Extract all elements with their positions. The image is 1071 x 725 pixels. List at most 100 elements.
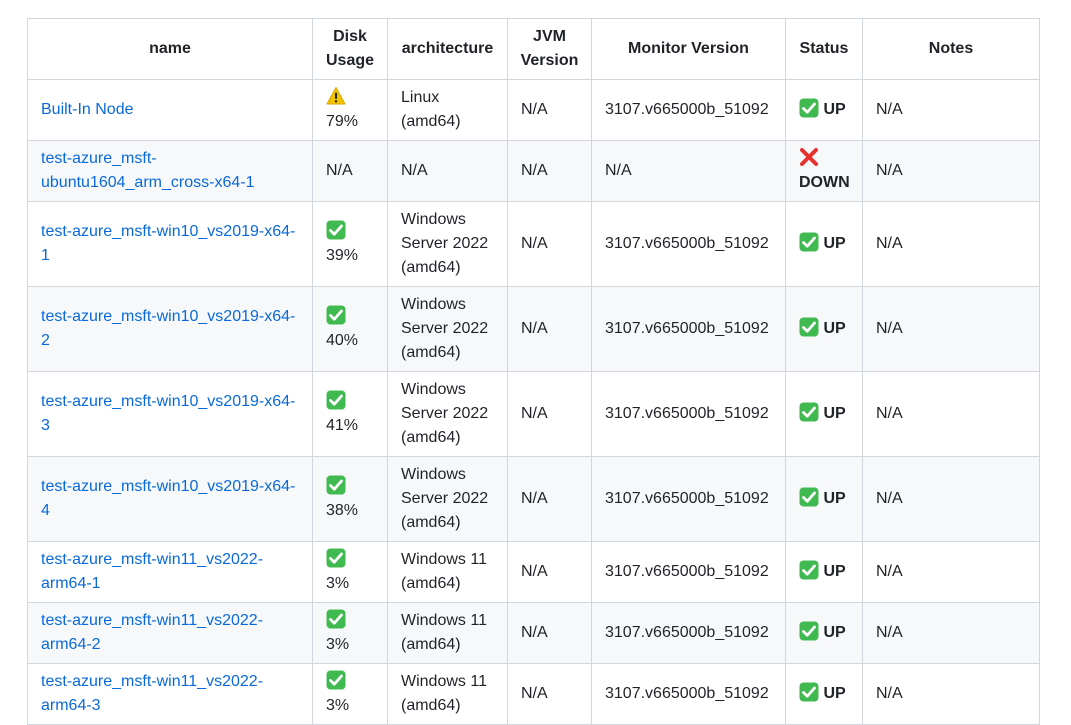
check-mark-icon [326,548,346,568]
jvm-version-cell: N/A [507,541,592,603]
column-header-architecture: architecture [387,18,508,80]
name-cell: Built-In Node [27,79,313,141]
table-row: test-azure_msft-ubuntu1604_arm_cross-x64… [27,140,1040,202]
check-mark-icon [799,402,819,422]
check-mark-icon [326,305,346,325]
table-header-row: name Disk Usage architecture JVM Version… [27,18,1040,80]
jvm-version-cell: N/A [507,663,592,725]
node-link[interactable]: test-azure_msft-win10_vs2019-x64-1 [41,223,295,264]
name-cell: test-azure_msft-win10_vs2019-x64-3 [27,371,313,457]
table-row: test-azure_msft-win10_vs2019-x64-4 38% W… [27,456,1040,542]
check-mark-icon [326,609,346,629]
monitor-version-cell: N/A [591,140,786,202]
check-mark-icon [326,670,346,690]
disk-usage-value: 3% [326,636,350,653]
table-row: test-azure_msft-win11_vs2022-arm64-3 3% … [27,663,1040,725]
architecture-cell: Windows Server 2022 (amd64) [387,456,508,542]
check-mark-icon [326,220,346,240]
column-header-notes: Notes [862,18,1040,80]
disk-usage-cell: 38% [312,456,388,542]
column-header-name: name [27,18,313,80]
name-cell: test-azure_msft-win10_vs2019-x64-1 [27,201,313,287]
architecture-cell: Windows Server 2022 (amd64) [387,201,508,287]
table-row: test-azure_msft-win11_vs2022-arm64-2 3% … [27,602,1040,664]
jvm-version-cell: N/A [507,201,592,287]
check-mark-icon [799,317,819,337]
node-link[interactable]: test-azure_msft-win11_vs2022-arm64-1 [41,551,263,592]
node-link[interactable]: test-azure_msft-win10_vs2019-x64-2 [41,308,295,349]
notes-cell: N/A [862,663,1040,725]
status-cell: UP [785,371,863,457]
table-row: test-azure_msft-win10_vs2019-x64-2 40% W… [27,286,1040,372]
architecture-cell: Windows 11 (amd64) [387,663,508,725]
notes-cell: N/A [862,140,1040,202]
status-value: UP [823,320,846,337]
status-value: DOWN [799,174,850,191]
status-cell: UP [785,286,863,372]
jvm-version-cell: N/A [507,456,592,542]
monitor-version-cell: 3107.v665000b_51092 [591,201,786,287]
node-link[interactable]: test-azure_msft-win10_vs2019-x64-4 [41,478,295,519]
name-cell: test-azure_msft-win11_vs2022-arm64-1 [27,541,313,603]
name-cell: test-azure_msft-win11_vs2022-arm64-2 [27,602,313,664]
jvm-version-cell: N/A [507,371,592,457]
cross-mark-icon [799,147,819,167]
status-cell: UP [785,663,863,725]
name-cell: test-azure_msft-win11_vs2022-arm64-3 [27,663,313,725]
node-status-table-container: name Disk Usage architecture JVM Version… [27,18,1040,725]
disk-usage-value: 39% [326,247,359,264]
table-row: test-azure_msft-win11_vs2022-arm64-1 3% … [27,541,1040,603]
check-mark-icon [326,390,346,410]
notes-cell: N/A [862,286,1040,372]
architecture-cell: Windows 11 (amd64) [387,602,508,664]
status-value: UP [823,235,846,252]
name-cell: test-azure_msft-ubuntu1604_arm_cross-x64… [27,140,313,202]
notes-cell: N/A [862,456,1040,542]
disk-usage-cell: N/A [312,140,388,202]
architecture-cell: Windows Server 2022 (amd64) [387,286,508,372]
jvm-version-cell: N/A [507,79,592,141]
table-body: Built-In Node 79% Linux (amd64) N/A 3107… [27,79,1040,725]
monitor-version-cell: 3107.v665000b_51092 [591,371,786,457]
node-link[interactable]: test-azure_msft-ubuntu1604_arm_cross-x64… [41,150,254,191]
status-cell: UP [785,456,863,542]
table-row: Built-In Node 79% Linux (amd64) N/A 3107… [27,79,1040,141]
disk-usage-cell: 3% [312,663,388,725]
check-mark-icon [799,682,819,702]
architecture-cell: Windows Server 2022 (amd64) [387,371,508,457]
name-cell: test-azure_msft-win10_vs2019-x64-4 [27,456,313,542]
name-cell: test-azure_msft-win10_vs2019-x64-2 [27,286,313,372]
architecture-cell: Windows 11 (amd64) [387,541,508,603]
status-value: UP [823,490,846,507]
disk-usage-value: 79% [326,113,359,130]
disk-usage-cell: 3% [312,602,388,664]
disk-usage-value: 3% [326,575,350,592]
table-row: test-azure_msft-win10_vs2019-x64-3 41% W… [27,371,1040,457]
node-link[interactable]: Built-In Node [41,101,134,118]
check-mark-icon [799,621,819,641]
table-row: test-azure_msft-win10_vs2019-x64-1 39% W… [27,201,1040,287]
column-header-monitor-version: Monitor Version [591,18,786,80]
monitor-version-cell: 3107.v665000b_51092 [591,602,786,664]
check-mark-icon [799,560,819,580]
monitor-version-cell: 3107.v665000b_51092 [591,541,786,603]
node-link[interactable]: test-azure_msft-win11_vs2022-arm64-3 [41,673,263,714]
notes-cell: N/A [862,79,1040,141]
status-cell: UP [785,602,863,664]
notes-cell: N/A [862,371,1040,457]
check-mark-icon [799,487,819,507]
status-cell: UP [785,201,863,287]
disk-usage-cell: 39% [312,201,388,287]
node-link[interactable]: test-azure_msft-win11_vs2022-arm64-2 [41,612,263,653]
notes-cell: N/A [862,201,1040,287]
warning-icon [326,86,346,106]
check-mark-icon [326,475,346,495]
disk-usage-cell: 79% [312,79,388,141]
status-value: UP [823,563,846,580]
monitor-version-cell: 3107.v665000b_51092 [591,456,786,542]
disk-usage-value: 3% [326,697,350,714]
node-link[interactable]: test-azure_msft-win10_vs2019-x64-3 [41,393,295,434]
disk-usage-value: 38% [326,502,359,519]
notes-cell: N/A [862,541,1040,603]
monitor-version-cell: 3107.v665000b_51092 [591,663,786,725]
